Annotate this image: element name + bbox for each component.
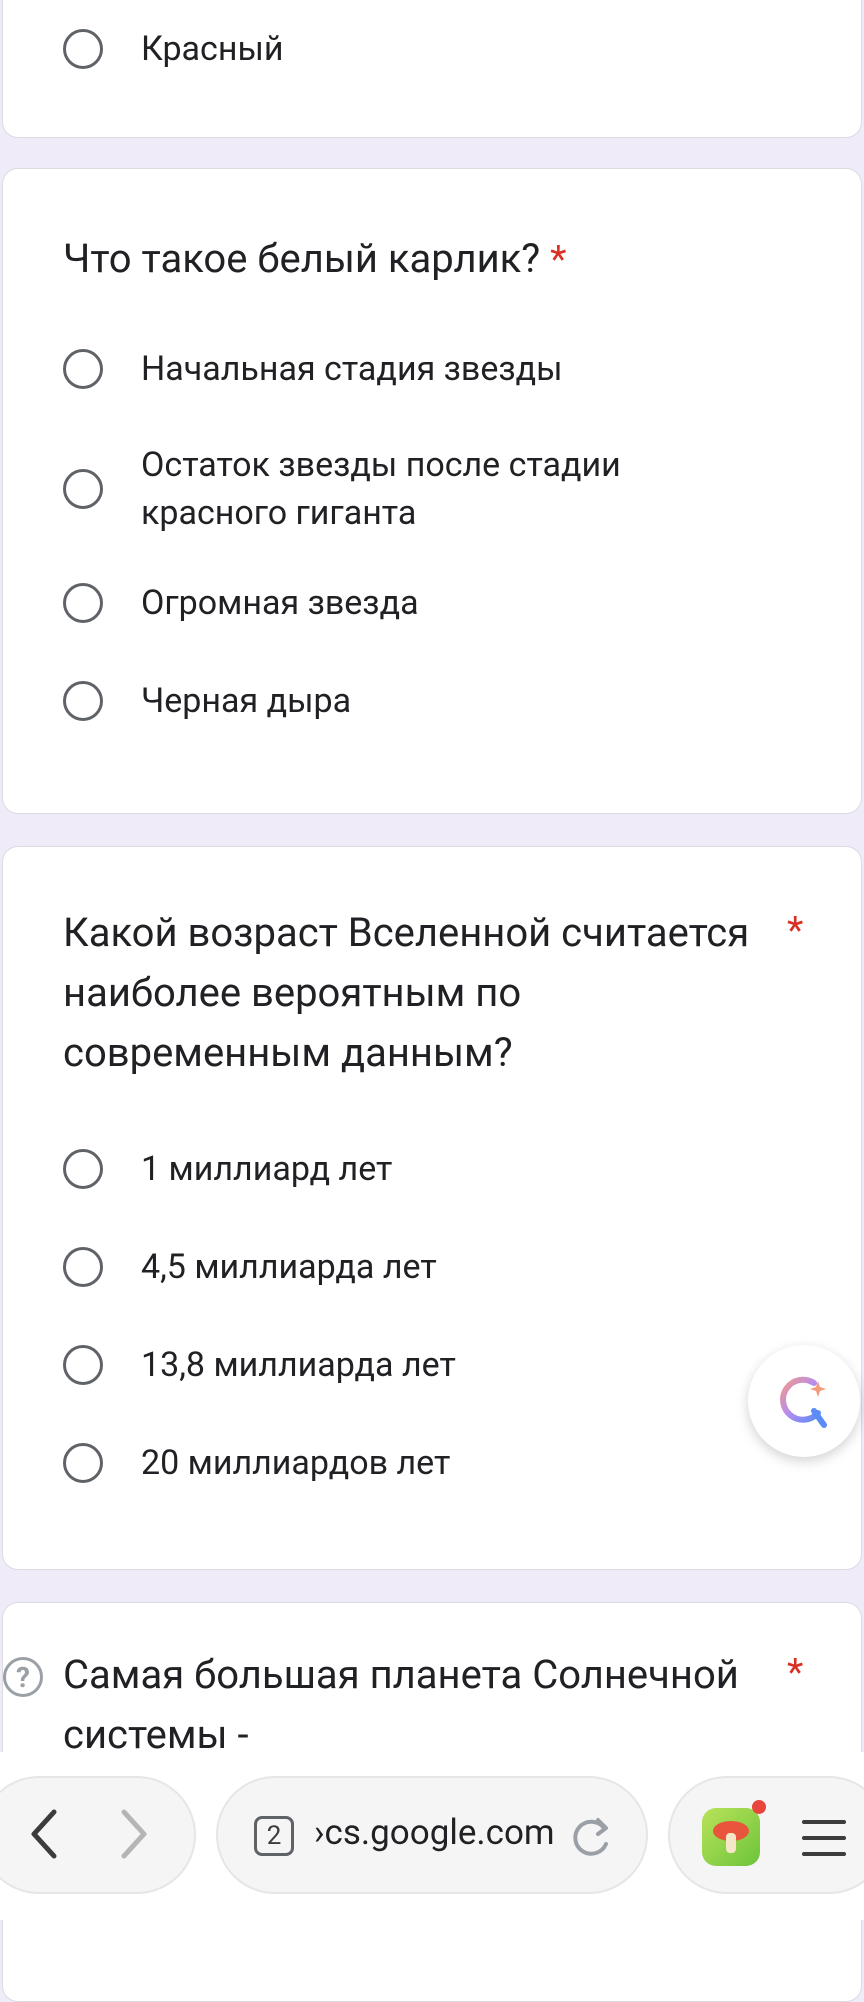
option-label: Начальная стадия звезды [141, 349, 563, 389]
radio-button[interactable] [63, 1345, 103, 1385]
address-bar[interactable]: 2 ›cs.google.com [216, 1776, 648, 1894]
option-label: 20 миллиардов лет [141, 1443, 451, 1483]
question-card-universe-age: Какой возраст Вселенной считается наибол… [2, 846, 862, 1570]
radio-button[interactable] [63, 1443, 103, 1483]
back-icon[interactable] [24, 1806, 64, 1862]
ai-search-icon [780, 1376, 827, 1428]
question-title: Самая большая планета Солнечной системы … [63, 1651, 739, 1758]
menu-pill [668, 1776, 864, 1894]
notification-dot [752, 1800, 766, 1814]
browser-bottom-bar: 2 ›cs.google.com [0, 1752, 864, 1920]
ai-search-button[interactable] [748, 1345, 860, 1457]
tab-count-badge[interactable]: 2 [254, 1816, 294, 1856]
option-label: 4,5 миллиарда лет [141, 1247, 437, 1287]
option-huge-star[interactable]: Огромная звезда [63, 579, 821, 627]
required-asterisk: * [787, 909, 804, 953]
option-20-billion[interactable]: 20 миллиардов лет [63, 1439, 821, 1487]
radio-button[interactable] [63, 349, 103, 389]
url-text: ›cs.google.com [314, 1812, 555, 1853]
required-asterisk: * [787, 1651, 804, 1695]
option-13-8-billion[interactable]: 13,8 миллиарда лет [63, 1341, 821, 1389]
option-black-hole[interactable]: Черная дыра [63, 677, 821, 725]
question-title: Какой возраст Вселенной считается наибол… [63, 909, 750, 1076]
radio-button[interactable] [63, 1149, 103, 1189]
option-red[interactable]: Красный [63, 25, 821, 73]
radio-button[interactable] [63, 469, 103, 509]
help-icon[interactable]: ? [3, 1657, 43, 1697]
radio-button[interactable] [63, 681, 103, 721]
radio-button[interactable] [63, 583, 103, 623]
forward-icon[interactable] [114, 1806, 154, 1862]
option-label: Красный [141, 29, 284, 69]
nav-buttons [0, 1776, 196, 1894]
option-label: 13,8 миллиарда лет [141, 1345, 456, 1385]
required-asterisk: * [550, 238, 567, 282]
option-label: Огромная звезда [141, 583, 419, 623]
option-initial-stage[interactable]: Начальная стадия звезды [63, 345, 821, 393]
option-remnant[interactable]: Остаток звезды после стадии красного гиг… [63, 441, 821, 537]
option-label: Черная дыра [141, 681, 352, 721]
menu-icon[interactable] [800, 1816, 848, 1860]
option-label: 1 миллиард лет [141, 1149, 393, 1189]
question-title: Что такое белый карлик? * [63, 235, 567, 282]
reload-icon[interactable] [568, 1814, 614, 1860]
option-4-5-billion[interactable]: 4,5 миллиарда лет [63, 1243, 821, 1291]
question-card-white-dwarf: Что такое белый карлик? * Начальная стад… [2, 168, 862, 814]
option-1-billion[interactable]: 1 миллиард лет [63, 1145, 821, 1193]
previous-question-card: Красный [2, 0, 862, 138]
option-label: Остаток звезды после стадии красного гиг… [141, 445, 621, 533]
radio-button[interactable] [63, 1247, 103, 1287]
mushroom-app-icon[interactable] [702, 1808, 760, 1866]
radio-button[interactable] [63, 29, 103, 69]
